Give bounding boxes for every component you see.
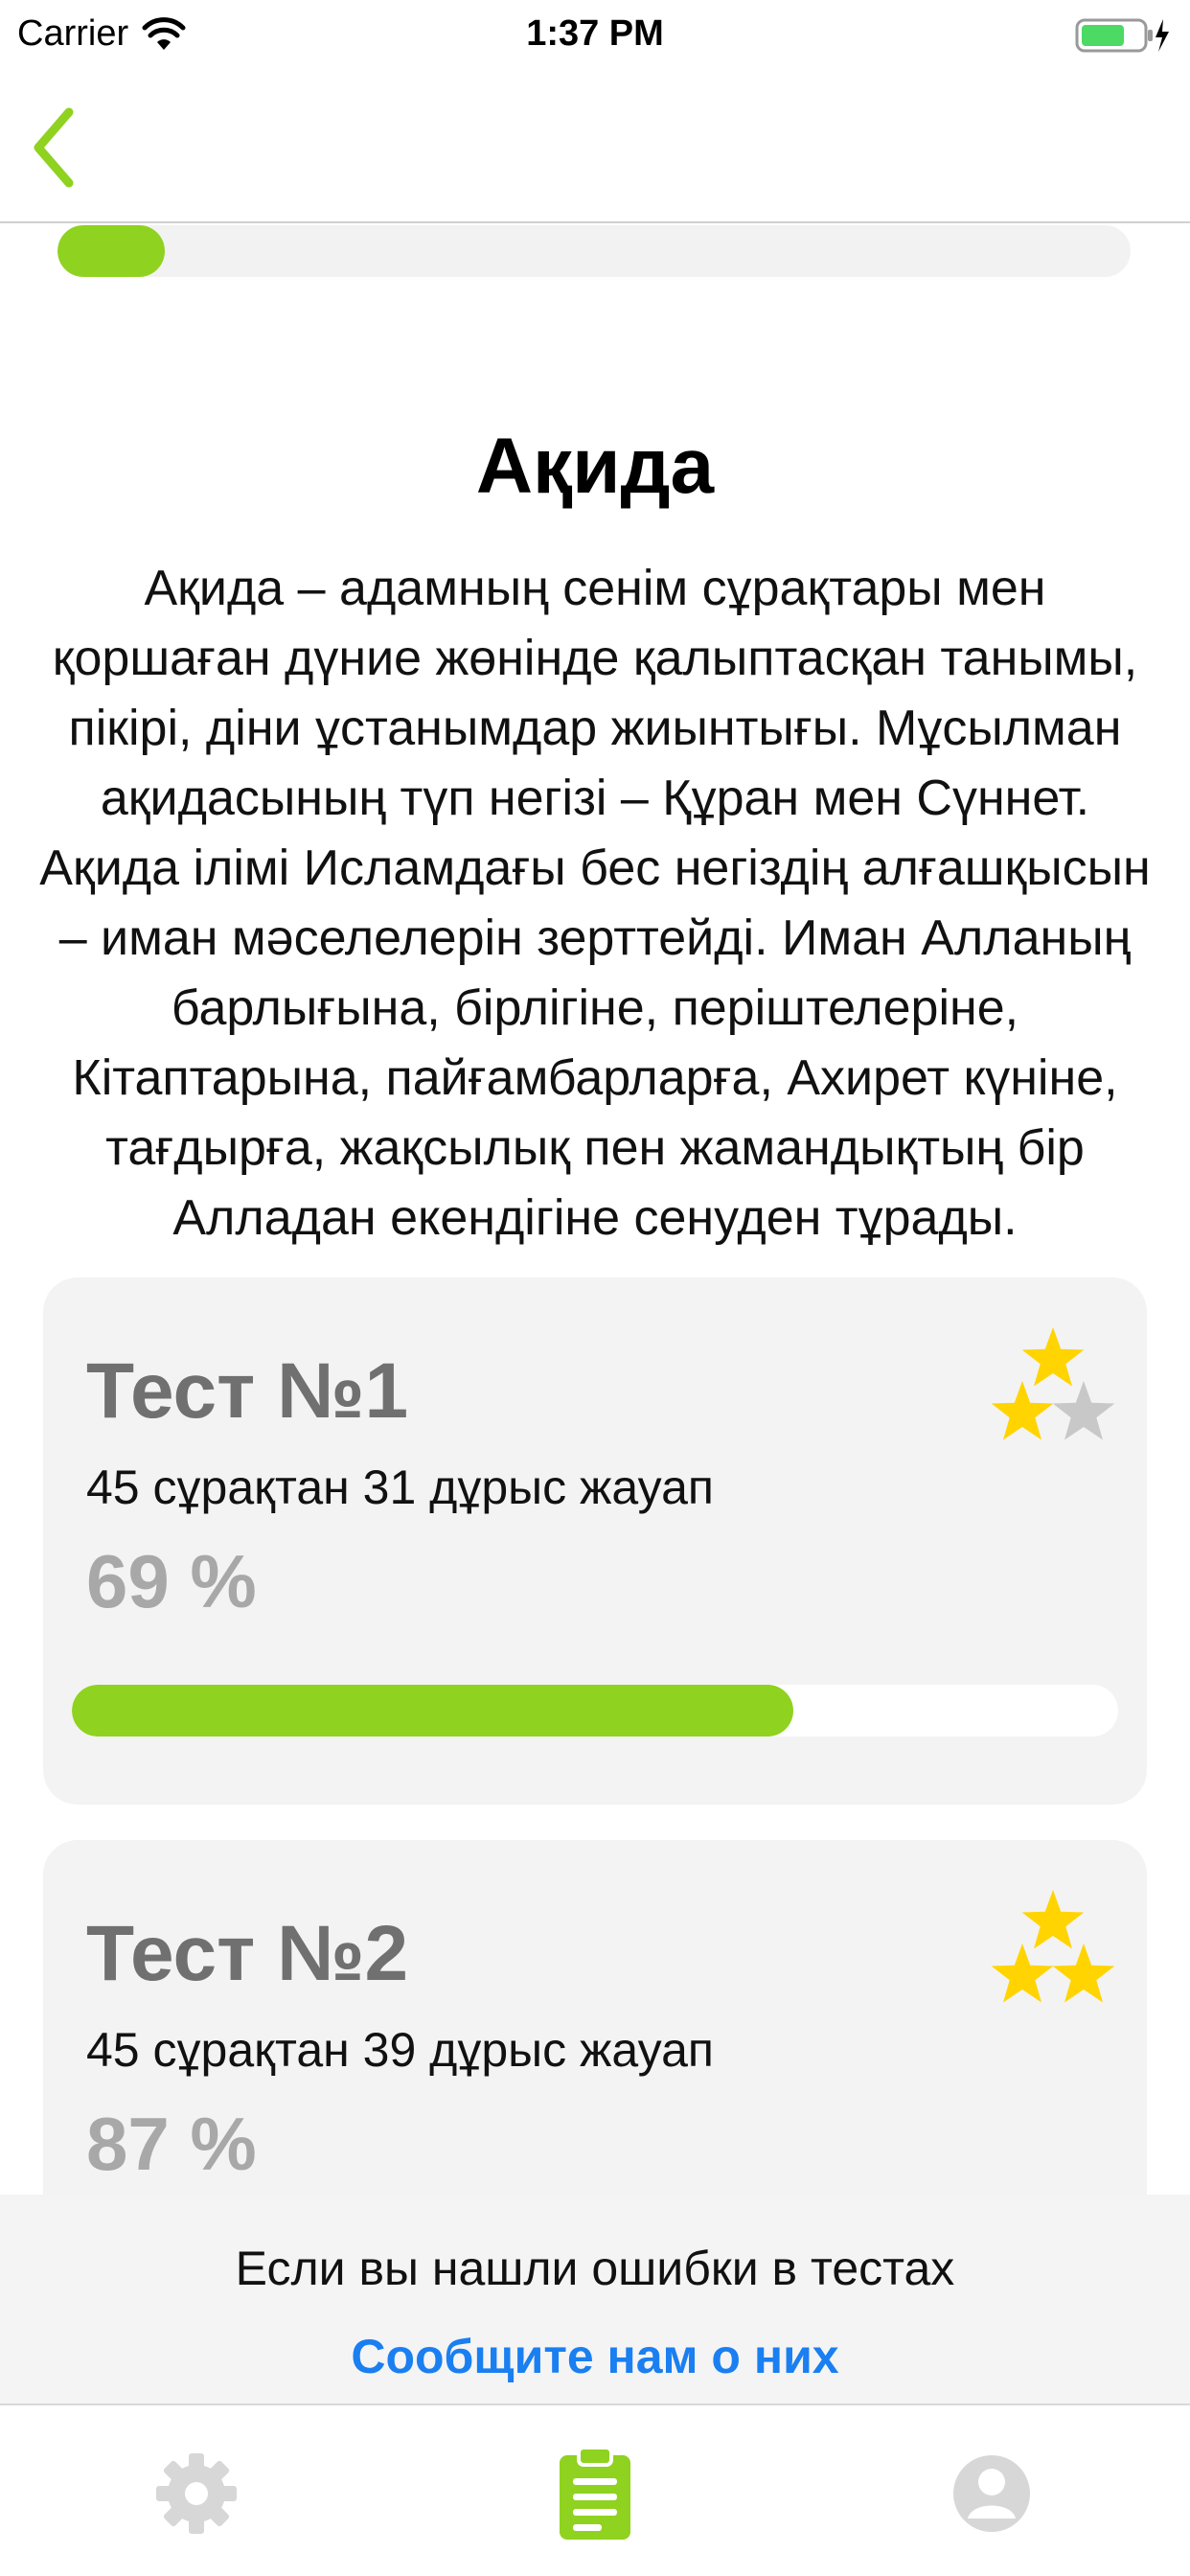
report-errors-link[interactable]: Сообщите нам о них xyxy=(0,2329,1190,2384)
star-filled-icon xyxy=(991,1381,1054,1440)
star-empty-icon xyxy=(1052,1381,1115,1440)
star-filled-icon xyxy=(1021,1327,1085,1387)
star-rating xyxy=(991,1327,1115,1440)
tab-tests[interactable] xyxy=(552,2446,638,2542)
tab-bar xyxy=(0,2404,1190,2576)
test-title: Тест №2 xyxy=(86,1910,409,1997)
tab-profile[interactable] xyxy=(949,2446,1035,2542)
lesson-progress-bar xyxy=(57,225,1131,277)
battery-charging-icon xyxy=(1075,18,1169,53)
lesson-progress-fill xyxy=(57,225,165,277)
lesson-title: Ақида xyxy=(475,423,715,510)
test-percent: 69 % xyxy=(86,1539,257,1623)
star-rating xyxy=(991,1890,1115,2003)
gear-icon xyxy=(156,2453,237,2534)
lesson-description: Ақида – адамның сенім сұрақтары мен қорш… xyxy=(39,561,1151,1246)
test-percent: 87 % xyxy=(86,2102,257,2186)
clock: 1:37 PM xyxy=(526,13,664,54)
test-card-1[interactable]: Тест №1 45 сұрақтан 31 дұрыс жауап 69 % xyxy=(43,1277,1147,1805)
star-filled-icon xyxy=(1021,1890,1085,1949)
status-bar: Carrier 1:37 PM xyxy=(0,0,1190,72)
star-filled-icon xyxy=(1052,1944,1115,2003)
tab-settings[interactable] xyxy=(153,2446,240,2542)
star-filled-icon xyxy=(991,1944,1054,2003)
chevron-left-icon xyxy=(34,107,74,188)
clipboard-icon xyxy=(560,2446,630,2540)
test-progress-bar xyxy=(72,1685,1118,1736)
test-card-2[interactable]: Тест №2 45 сұрақтан 39 дұрыс жауап 87 % xyxy=(43,1840,1147,2242)
test-progress-fill xyxy=(72,1685,794,1736)
navigation-bar xyxy=(0,72,1190,223)
user-icon xyxy=(953,2455,1030,2532)
back-button[interactable] xyxy=(27,104,84,191)
report-errors-panel: Если вы нашли ошибки в тестах Сообщите н… xyxy=(0,2195,1190,2404)
test-score-text: 45 сұрақтан 39 дұрыс жауап xyxy=(86,2023,714,2077)
report-errors-text: Если вы нашли ошибки в тестах xyxy=(235,2242,955,2295)
test-score-text: 45 сұрақтан 31 дұрыс жауап xyxy=(86,1460,714,1514)
test-title: Тест №1 xyxy=(86,1347,409,1435)
